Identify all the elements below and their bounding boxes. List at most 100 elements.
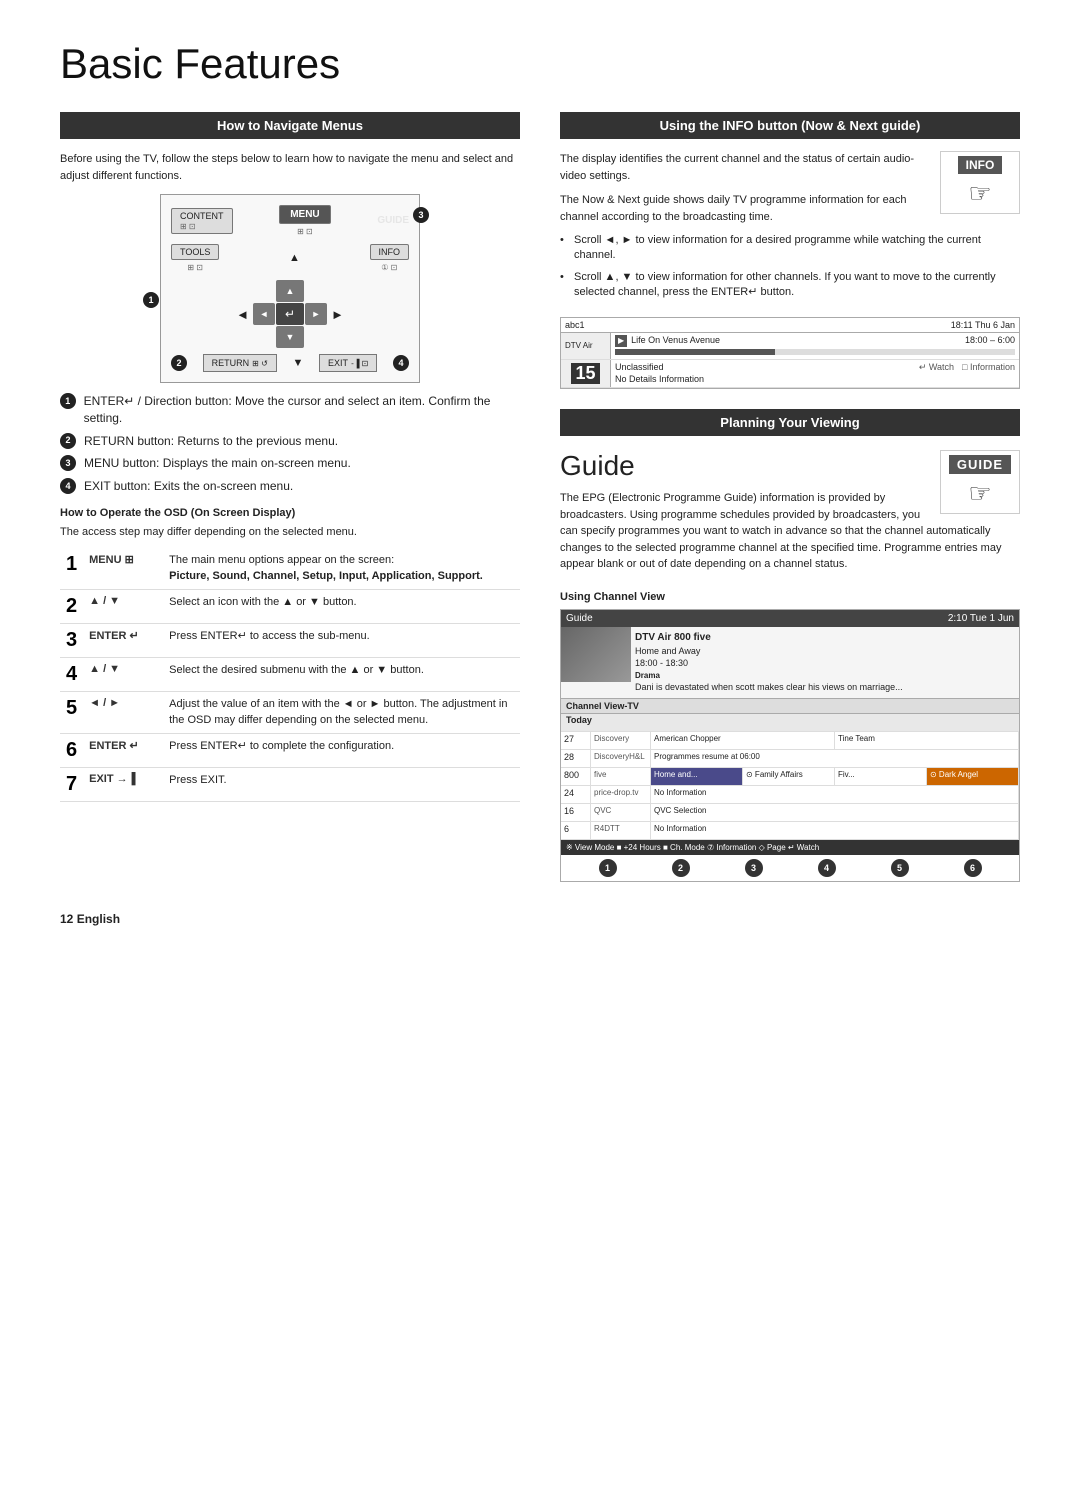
gd-ch-28-num: 28 [561,750,591,767]
step-desc-2: Select an icon with the ▲ or ▼ button. [163,590,520,624]
return-badge: 2 [60,433,76,449]
exit-desc: EXIT button: Exits the on-screen menu. [84,478,293,495]
nnd-dtv-label: DTV Air [565,341,593,350]
nnd-information[interactable]: □ Information [962,362,1015,385]
return-btn[interactable]: RETURN ⊞ ↺ [203,354,277,372]
gd-ch-800-num: 800 [561,768,591,785]
dpad-empty-tl [253,280,275,302]
gd-prog-6-1: No Information [651,822,1019,839]
gd-today-row: Today [561,714,1019,732]
step-num-4: 4 [60,658,83,692]
osd-para: The access step may differ depending on … [60,525,520,540]
gd-ch-16-name: QVC [591,804,651,821]
gd-ch-6-name: R4DTT [591,822,651,839]
nnd-info-col: ▶ Life On Venus Avenue 18:00 – 6:00 [611,333,1019,359]
page-language: English [77,912,120,926]
osd-step-6: 6 ENTER ↵ Press ENTER↵ to complete the c… [60,733,520,767]
page-number: 12 [60,912,73,926]
nnd-main-row: DTV Air ▶ Life On Venus Avenue 18:00 – 6… [561,333,1019,360]
gd-prog-3-4: ⊙ Dark Angel [927,768,1019,785]
gd-numbered-row: 1 2 3 4 5 6 [561,855,1019,881]
bullet-exit: 4 EXIT button: Exits the on-screen menu. [60,478,520,495]
step-icon-2: ▲ / ▼ [83,590,163,624]
navigate-intro: Before using the TV, follow the steps be… [60,151,520,184]
nnd-program-row: ▶ Life On Venus Avenue 18:00 – 6:00 [615,335,1015,347]
info-btn-remote: INFO [370,244,410,260]
guide-num-2: 2 [672,859,690,877]
dpad-right[interactable]: ► [305,303,327,325]
up-arrow-top: ▲ [289,252,300,264]
gd-prog-2-1: Programmes resume at 06:00 [651,750,1019,767]
info-button-display: INFO [958,156,1003,174]
planning-header: Planning Your Viewing [560,409,1020,436]
step-icon-7: EXIT →▐ [83,767,163,801]
nnd-progress-fill [615,349,775,355]
dpad-down[interactable]: ▼ [276,326,304,348]
menu-btn: MENU [279,205,330,224]
nnd-program-icon: ▶ [615,335,627,347]
nnd-channel-name: abc1 [565,320,585,330]
osd-subheader: How to Operate the OSD (On Screen Displa… [60,507,520,519]
step-desc-7: Press EXIT. [163,767,520,801]
gd-ch-28-name: DiscoveryH&L [591,750,651,767]
dpad-left[interactable]: ◄ [253,303,275,325]
gd-ch-800-progs: Home and... ⊙ Family Affairs Fiv... ⊙ Da… [651,768,1019,785]
remote-bullets: 1 ENTER↵ / Direction button: Move the cu… [60,393,520,495]
enter-badge: 1 [60,393,76,409]
gd-featured-time: 18:00 - 18:30 [635,657,903,670]
guide-thumb: GUIDE ☞ [940,450,1020,514]
exit-btn[interactable]: EXIT -▐ ⊡ [319,354,377,372]
bullet-menu: 3 MENU button: Displays the main on-scre… [60,455,520,472]
gd-prog-3-1: Home and... [651,768,743,785]
step-num-6: 6 [60,733,83,767]
down-arrow-bottom: ▼ [292,357,303,369]
menu-sub-icons: ⊞ ⊡ [297,227,313,236]
using-channel-view-label: Using Channel View [560,591,1020,603]
dpad-up[interactable]: ▲ [276,280,304,302]
badge-4: 4 [393,355,409,371]
gd-ch-row-16: 16 QVC QVC Selection [561,804,1019,822]
exit-label: EXIT [328,358,348,368]
gd-ch-27-name: Discovery [591,732,651,749]
gd-today-label: Today [566,715,592,730]
step-icon-5: ◄ / ► [83,692,163,734]
nnd-progress-bar [615,349,1015,355]
nnd-channel-col: DTV Air [561,333,611,359]
page-title: Basic Features [60,40,1020,88]
nnd-watch[interactable]: ↵ Watch [919,362,954,385]
gd-prog-5-1: QVC Selection [651,804,1019,821]
dpad-empty-br [305,326,327,348]
nnd-detail-info: Unclassified No Details Information [611,360,915,387]
dpad-enter[interactable]: ↵ [276,303,304,325]
osd-step-2: 2 ▲ / ▼ Select an icon with the ▲ or ▼ b… [60,590,520,624]
gd-ch-row-28: 28 DiscoveryH&L Programmes resume at 06:… [561,750,1019,768]
step-icon-1: MENU ⊞ [83,548,163,589]
step-desc-5: Adjust the value of an item with the ◄ o… [163,692,520,734]
gd-prog-1-2: Tine Team [835,732,1019,749]
return-desc: RETURN button: Returns to the previous m… [84,433,338,450]
info-icons: ① ⊡ [381,263,397,272]
guide-num-6: 6 [964,859,982,877]
gd-ch-16-progs: QVC Selection [651,804,1019,821]
info-bullet-1: Scroll ◄, ► to view information for a de… [560,233,1020,264]
now-next-display: abc1 18:11 Thu 6 Jan DTV Air ▶ Life On V… [560,317,1020,390]
gd-featured: DTV Air 800 five Home and Away 18:00 - 1… [561,627,1019,699]
nnd-ch-number: 15 [571,363,599,384]
left-column: How to Navigate Menus Before using the T… [60,112,520,882]
gd-footer-text: ※ View Mode ■ +24 Hours ■ Ch. Mode ⑦ Inf… [566,843,819,852]
step-num-3: 3 [60,624,83,658]
guide-num-4: 4 [818,859,836,877]
gd-ch-row-800: 800 five Home and... ⊙ Family Affairs Fi… [561,768,1019,786]
osd-step-7: 7 EXIT →▐ Press EXIT. [60,767,520,801]
page-footer: 12 English [60,912,1020,926]
step-desc-6: Press ENTER↵ to complete the configurati… [163,733,520,767]
bullet-enter: 1 ENTER↵ / Direction button: Move the cu… [60,393,520,427]
content-btn: CONTENT⊞ ⊡ [171,208,233,234]
gd-ch-24-name: price-drop.tv [591,786,651,803]
gd-featured-genre: Drama [635,670,903,681]
nnd-time-range: 18:00 – 6:00 [965,335,1015,347]
nnd-no-details: No Details Information [615,374,911,386]
step-icon-6: ENTER ↵ [83,733,163,767]
nnd-actions: ↵ Watch □ Information [915,360,1019,387]
gd-header-left: Guide [566,613,593,624]
